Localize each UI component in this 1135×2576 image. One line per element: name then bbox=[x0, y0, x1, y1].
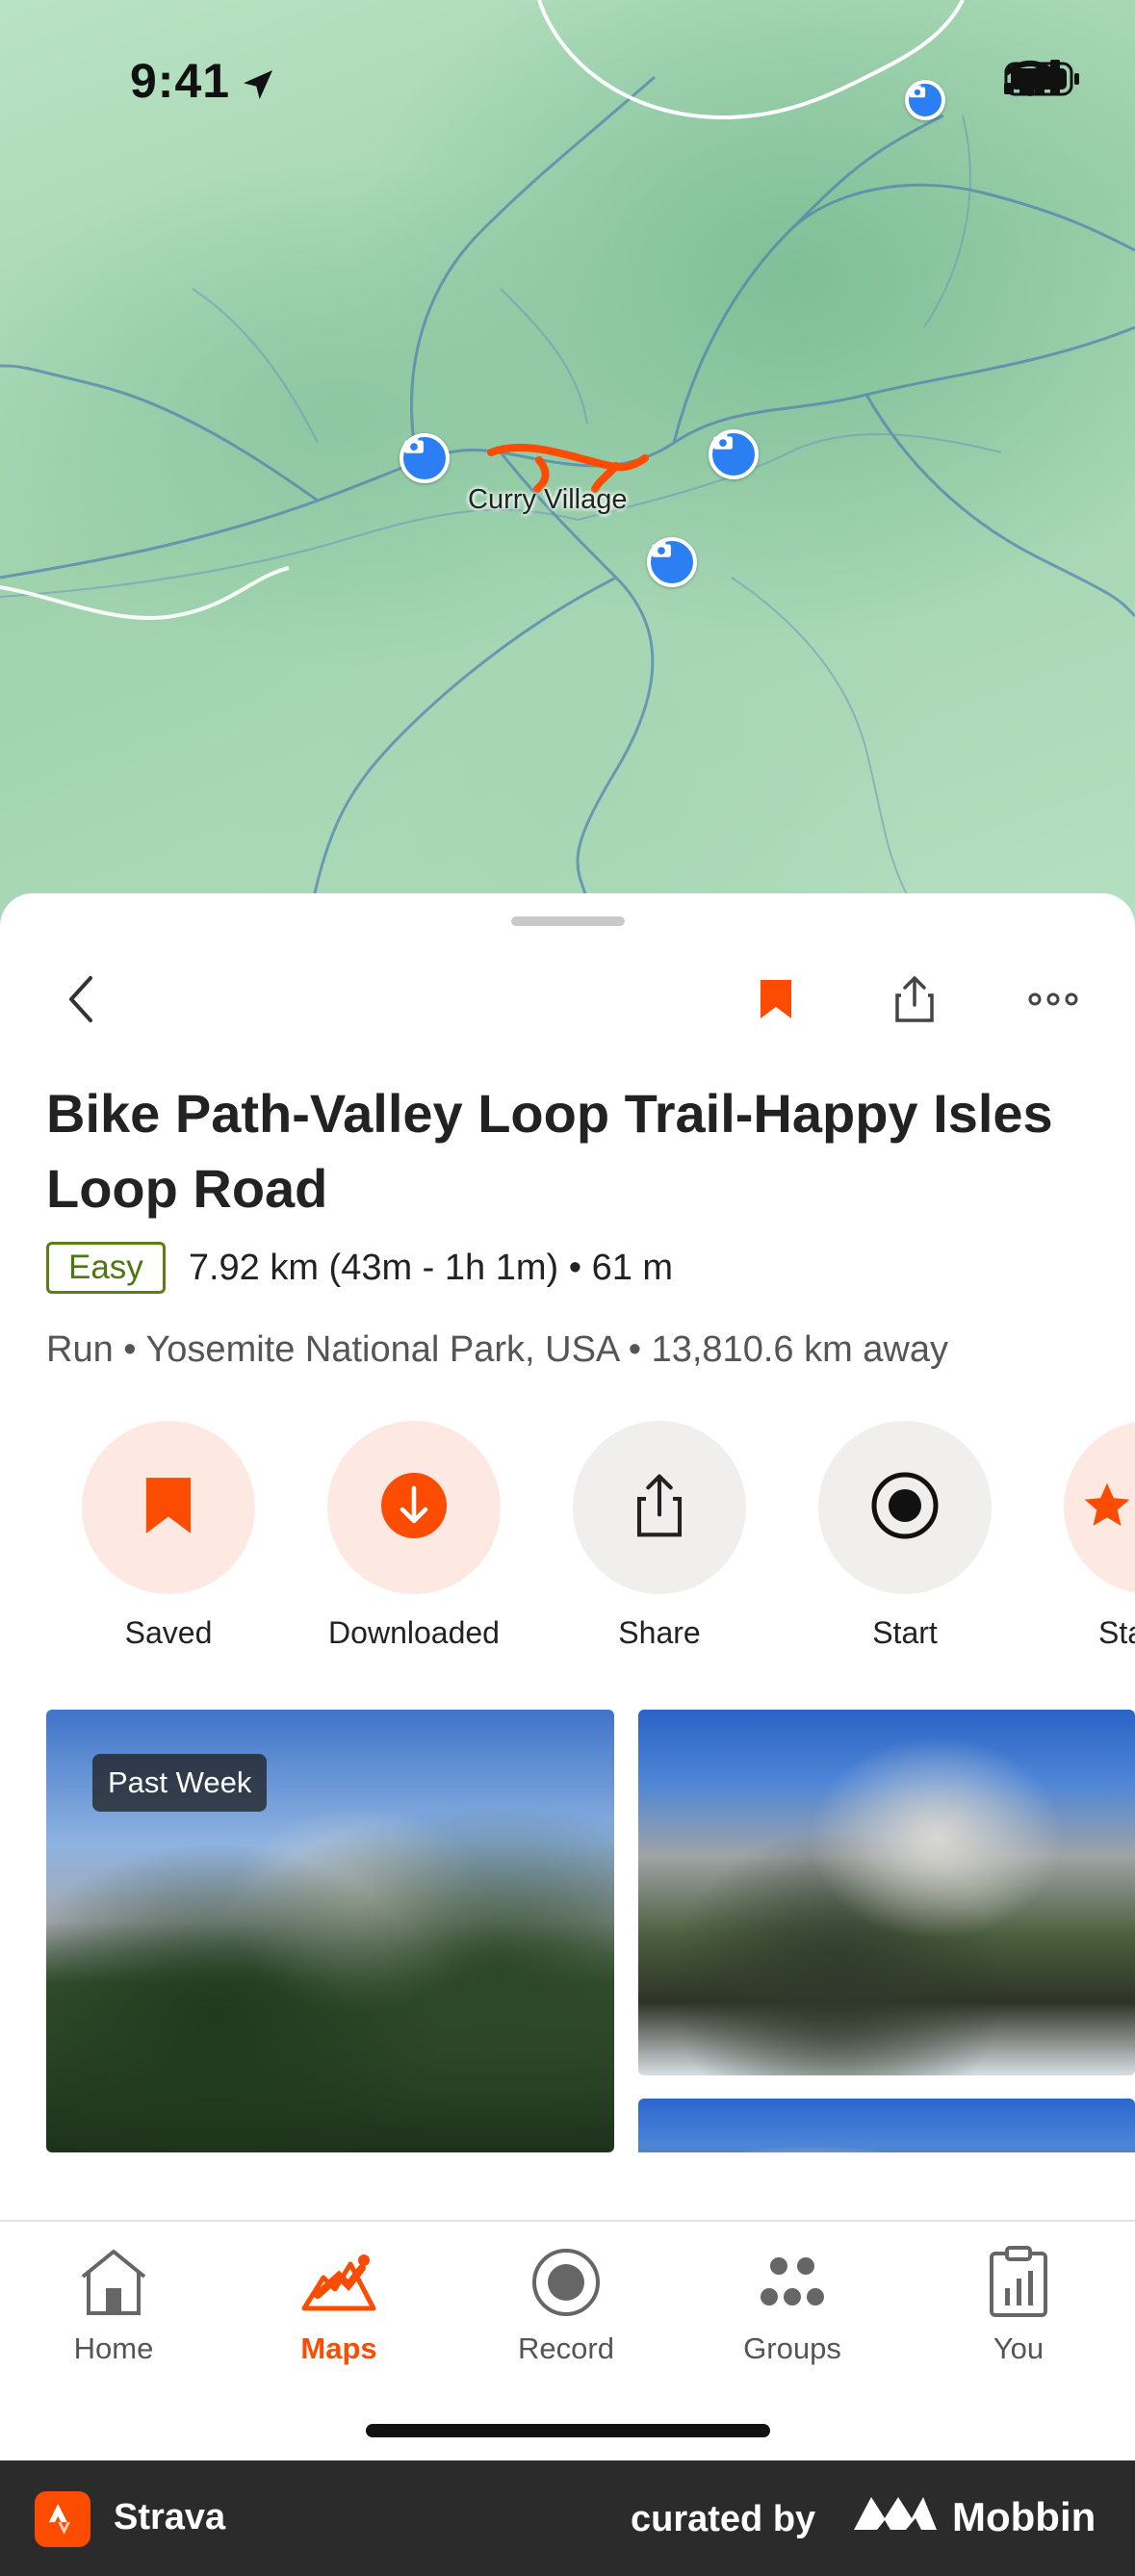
clipboard-chart-icon bbox=[988, 2245, 1049, 2324]
photo-pin-camera-icon[interactable] bbox=[905, 80, 945, 120]
route-stats: 7.92 km (43m - 1h 1m) • 61 m bbox=[188, 1247, 674, 1288]
home-icon bbox=[77, 2246, 150, 2324]
saved-action-circle[interactable] bbox=[82, 1421, 255, 1594]
action-row[interactable]: Saved Downloaded Share Start St bbox=[0, 1421, 1135, 1671]
back-button[interactable] bbox=[42, 963, 119, 1040]
route-detail-sheet: Bike Path-Valley Loop Trail-Happy Isles … bbox=[0, 893, 1135, 2222]
photo-tile[interactable]: Past Week bbox=[46, 1710, 614, 2152]
sheet-grabber[interactable] bbox=[511, 916, 625, 926]
download-icon bbox=[379, 1471, 449, 1545]
strava-logo-icon bbox=[35, 2491, 90, 2547]
difficulty-badge: Easy bbox=[46, 1242, 166, 1294]
mobbin-logo-icon bbox=[852, 2491, 939, 2543]
tab-maps-label: Maps bbox=[300, 2331, 377, 2365]
status-time: 9:41 bbox=[130, 54, 231, 108]
photo-recency-badge: Past Week bbox=[92, 1754, 268, 1812]
share-icon bbox=[893, 974, 936, 1029]
tab-groups[interactable]: Groups bbox=[706, 2241, 879, 2366]
record-icon bbox=[870, 1471, 940, 1545]
groups-icon bbox=[756, 2249, 829, 2321]
photo-pin-camera-icon[interactable] bbox=[647, 537, 697, 587]
map-place-label: Curry Village bbox=[468, 484, 628, 515]
route-meta: Easy 7.92 km (43m - 1h 1m) • 61 m bbox=[46, 1242, 673, 1294]
tab-record-label: Record bbox=[518, 2331, 614, 2365]
map-view[interactable]: 9:41 Curry Village bbox=[0, 0, 1135, 924]
curated-by-text: curated by bbox=[631, 2499, 816, 2539]
more-button[interactable] bbox=[1015, 963, 1092, 1040]
share-action[interactable]: Share bbox=[573, 1421, 746, 1651]
record-icon bbox=[529, 2246, 603, 2324]
tab-maps[interactable]: Maps bbox=[252, 2241, 426, 2366]
tab-record[interactable]: Record bbox=[479, 2241, 653, 2366]
mobbin-wordmark: Mobbin bbox=[952, 2494, 1096, 2539]
start-action-label: Start bbox=[872, 1615, 938, 1650]
star-action-label: Sta bbox=[1098, 1615, 1135, 1650]
status-bar: 9:41 bbox=[0, 0, 1135, 164]
tab-home-label: Home bbox=[73, 2331, 154, 2365]
app-name: Strava bbox=[114, 2497, 226, 2537]
bookmark-icon bbox=[759, 978, 793, 1025]
photo-pin-camera-icon[interactable] bbox=[709, 429, 759, 479]
share-action-label: Share bbox=[618, 1615, 701, 1650]
photo-pin-camera-icon[interactable] bbox=[400, 433, 450, 483]
downloaded-action[interactable]: Downloaded bbox=[327, 1421, 501, 1651]
ellipsis-icon bbox=[1028, 992, 1078, 1011]
photo-gallery[interactable]: Past Week bbox=[0, 1710, 1135, 2152]
bookmark-button[interactable] bbox=[737, 963, 814, 1040]
downloaded-action-label: Downloaded bbox=[328, 1615, 500, 1650]
mobbin-brand: Mobbin bbox=[852, 2491, 1096, 2543]
saved-action-label: Saved bbox=[124, 1615, 213, 1650]
attribution-footer: Strava curated by Mobbin bbox=[0, 2460, 1135, 2576]
photo-tile[interactable] bbox=[638, 1710, 1135, 2075]
saved-action[interactable]: Saved bbox=[82, 1421, 255, 1651]
home-indicator bbox=[366, 2424, 770, 2437]
star-action-circle[interactable] bbox=[1064, 1421, 1135, 1594]
share-action-circle[interactable] bbox=[573, 1421, 746, 1594]
start-action-circle[interactable] bbox=[818, 1421, 992, 1594]
tab-groups-label: Groups bbox=[743, 2331, 841, 2365]
tab-bar: Home Maps Record Groups You bbox=[0, 2220, 1135, 2462]
start-action[interactable]: Start bbox=[818, 1421, 992, 1651]
bookmark-icon bbox=[143, 1475, 193, 1541]
chevron-left-icon bbox=[62, 970, 100, 1033]
tab-home[interactable]: Home bbox=[27, 2241, 200, 2366]
maps-icon bbox=[300, 2249, 377, 2321]
star-action[interactable]: Sta bbox=[1064, 1421, 1135, 1651]
photo-tile[interactable] bbox=[638, 2099, 1135, 2152]
route-location: Run • Yosemite National Park, USA • 13,8… bbox=[46, 1329, 948, 1370]
share-icon bbox=[634, 1472, 684, 1544]
share-button[interactable] bbox=[876, 963, 953, 1040]
tab-you-label: You bbox=[993, 2331, 1045, 2365]
downloaded-action-circle[interactable] bbox=[327, 1421, 501, 1594]
route-title: Bike Path-Valley Loop Trail-Happy Isles … bbox=[46, 1083, 1053, 1219]
star-icon bbox=[1080, 1479, 1134, 1537]
tab-you[interactable]: You bbox=[932, 2241, 1105, 2366]
